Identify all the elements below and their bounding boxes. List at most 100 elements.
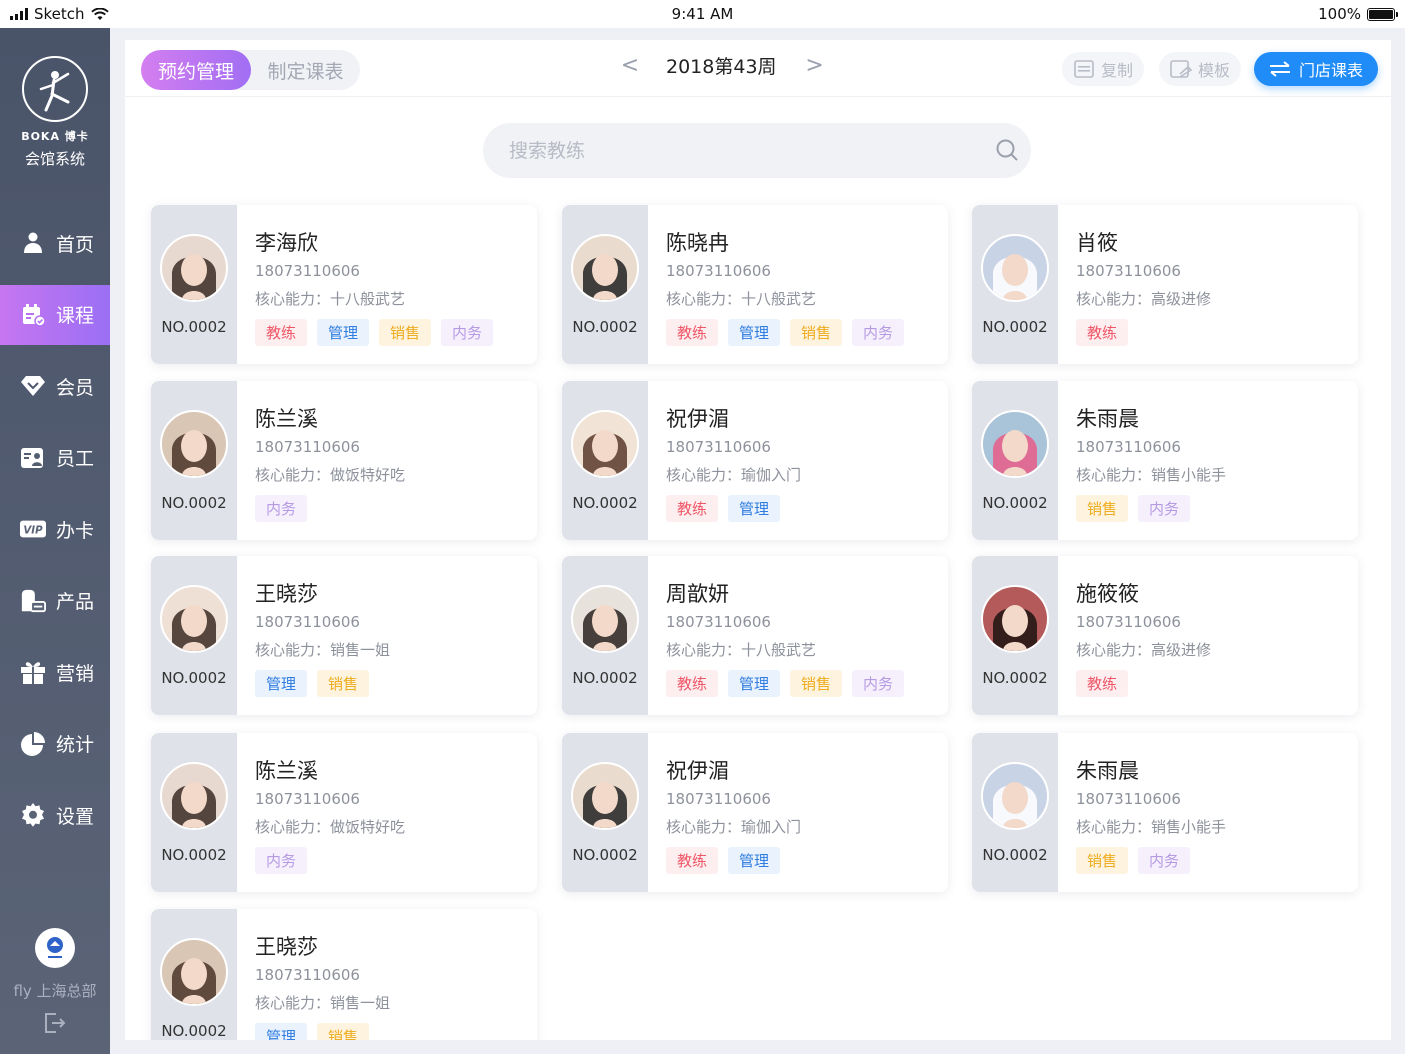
role-tags: 内务	[255, 847, 308, 874]
store-logo-avatar[interactable]	[35, 928, 75, 968]
sidebar-item-label: 营销	[56, 662, 95, 685]
skill-value: 瑜伽入门	[741, 818, 802, 836]
sidebar-item-settings[interactable]: 设置	[0, 785, 110, 845]
skill-prefix: 核心能力：	[666, 818, 742, 836]
sidebar-item-label: 首页	[56, 233, 95, 256]
role-tags: 销售 内务	[1076, 847, 1191, 874]
skill-value: 高级进修	[1151, 290, 1212, 308]
coach-number: NO.0002	[572, 318, 638, 336]
tab-make-schedule[interactable]: 制定课表	[251, 50, 360, 90]
battery-percent: 100%	[1318, 5, 1361, 23]
sidebar-item-home[interactable]: 首页	[0, 213, 110, 273]
system-name: 会馆系统	[24, 150, 85, 168]
skill-prefix: 核心能力：	[255, 466, 331, 484]
coach-card[interactable]: NO.0002 王晓莎 18073110606 核心能力：销售一姐 管理 销售	[151, 909, 537, 1040]
role-tag-coach: 教练	[1076, 670, 1129, 697]
role-tags: 教练	[1076, 319, 1129, 346]
coach-card[interactable]: NO.0002 陈兰溪 18073110606 核心能力：做饭特好吃 内务	[151, 733, 537, 892]
role-tag-office: 内务	[852, 670, 905, 697]
pie-chart-icon	[20, 731, 46, 757]
coach-card[interactable]: NO.0002 周歆妍 18073110606 核心能力：十八般武艺 教练 管理销…	[562, 556, 948, 715]
coach-card[interactable]: NO.0002 朱雨晨 18073110606 核心能力：销售小能手 销售 内务	[972, 381, 1358, 540]
coach-skill: 核心能力：做饭特好吃	[255, 464, 405, 485]
sidebar-item-marketing[interactable]: 营销	[0, 642, 110, 702]
coach-avatar	[571, 410, 639, 478]
coach-card[interactable]: NO.0002 祝伊湄 18073110606 核心能力：瑜伽入门 教练 管理	[562, 733, 948, 892]
coach-card[interactable]: NO.0002 陈晓冉 18073110606 核心能力：十八般武艺 教练 管理销…	[562, 205, 948, 364]
home-person-icon	[20, 230, 46, 256]
coach-number: NO.0002	[982, 494, 1048, 512]
coach-number: NO.0002	[161, 846, 227, 864]
coach-skill: 核心能力：销售小能手	[1076, 464, 1226, 485]
sidebar-item-course[interactable]: 课程	[0, 284, 110, 345]
role-tag-office: 内务	[1138, 495, 1191, 522]
sidebar-item-label: 统计	[56, 734, 95, 756]
skill-value: 做饭特好吃	[330, 466, 406, 484]
segment-control: 预约管理 制定课表	[141, 50, 360, 90]
skill-prefix: 核心能力：	[255, 290, 331, 308]
sidebar-item-product[interactable]: 产品	[0, 571, 110, 631]
store-schedule-label: 门店课表	[1298, 61, 1363, 80]
coach-name: 朱雨晨	[1076, 759, 1139, 783]
search-input[interactable]	[509, 123, 959, 178]
skill-prefix: 核心能力：	[1076, 466, 1152, 484]
skill-prefix: 核心能力：	[666, 466, 742, 484]
coach-card[interactable]: NO.0002 朱雨晨 18073110606 核心能力：销售小能手 销售 内务	[972, 733, 1358, 892]
next-week-button[interactable]: >	[805, 53, 825, 78]
logo: BOKA 博卡 会馆系统	[0, 56, 110, 169]
role-tag-sales: 销售	[790, 319, 843, 346]
toolbar: 预约管理 制定课表 < 2018第43周 > 复制 模板 门店课表	[125, 40, 1391, 96]
role-tag-sales: 销售	[317, 1023, 370, 1040]
coach-avatar	[160, 938, 228, 1006]
skill-prefix: 核心能力：	[1076, 290, 1152, 308]
toolbar-divider	[125, 96, 1391, 97]
coach-card[interactable]: NO.0002 李海欣 18073110606 核心能力：十八般武艺 教练 管理销…	[151, 205, 537, 364]
coach-card[interactable]: NO.0002 陈兰溪 18073110606 核心能力：做饭特好吃 内务	[151, 381, 537, 540]
skill-value: 销售小能手	[1151, 818, 1227, 836]
gift-icon	[20, 659, 46, 685]
sidebar-item-label: 会员	[56, 376, 95, 399]
sidebar-item-member[interactable]: 会员	[0, 356, 110, 416]
gear-icon	[20, 802, 46, 828]
tab-booking-management[interactable]: 预约管理	[141, 50, 251, 90]
coach-avatar	[571, 762, 639, 830]
coach-card[interactable]: NO.0002 施筱筱 18073110606 核心能力：高级进修 教练	[972, 556, 1358, 715]
sidebar-item-card[interactable]: VIP 办卡	[0, 499, 110, 559]
sidebar-item-label: 课程	[56, 305, 95, 327]
coach-number: NO.0002	[982, 669, 1048, 687]
role-tag-coach: 教练	[255, 319, 308, 346]
store-schedule-button[interactable]: 门店课表	[1254, 52, 1378, 86]
coach-card[interactable]: NO.0002 肖筱 18073110606 核心能力：高级进修 教练	[972, 205, 1358, 364]
vip-card-icon: VIP	[20, 516, 46, 542]
role-tag-admin: 管理	[317, 319, 370, 346]
role-tag-coach: 教练	[666, 847, 719, 874]
coach-avatar	[160, 410, 228, 478]
coach-phone: 18073110606	[255, 966, 360, 984]
copy-button[interactable]: 复制	[1062, 52, 1144, 86]
staff-icon	[20, 445, 46, 471]
coach-avatar	[981, 585, 1049, 653]
template-button[interactable]: 模板	[1159, 52, 1241, 86]
role-tags: 教练	[1076, 670, 1129, 697]
coach-skill: 核心能力：高级进修	[1076, 639, 1211, 660]
coach-phone: 18073110606	[1076, 613, 1181, 631]
prev-week-button[interactable]: <	[620, 53, 640, 78]
skill-value: 销售一姐	[330, 641, 391, 659]
coach-card-side: NO.0002	[151, 205, 237, 364]
sidebar-item-staff[interactable]: 员工	[0, 428, 110, 488]
coach-card[interactable]: NO.0002 祝伊湄 18073110606 核心能力：瑜伽入门 教练 管理	[562, 381, 948, 540]
coach-avatar	[160, 234, 228, 302]
coach-card[interactable]: NO.0002 王晓莎 18073110606 核心能力：销售一姐 管理 销售	[151, 556, 537, 715]
coach-skill: 核心能力：高级进修	[1076, 288, 1211, 309]
coach-card-side: NO.0002	[972, 381, 1058, 540]
coach-card-side: NO.0002	[151, 556, 237, 715]
sidebar-item-statistics[interactable]: 统计	[0, 714, 110, 774]
coach-card-side: NO.0002	[972, 205, 1058, 364]
coach-phone: 18073110606	[666, 438, 771, 456]
coach-name: 朱雨晨	[1076, 407, 1139, 431]
logout-icon[interactable]	[43, 1011, 67, 1035]
search-icon[interactable]	[995, 138, 1019, 162]
coach-name: 李海欣	[255, 231, 318, 255]
coach-avatar	[160, 762, 228, 830]
skill-prefix: 核心能力：	[255, 641, 331, 659]
